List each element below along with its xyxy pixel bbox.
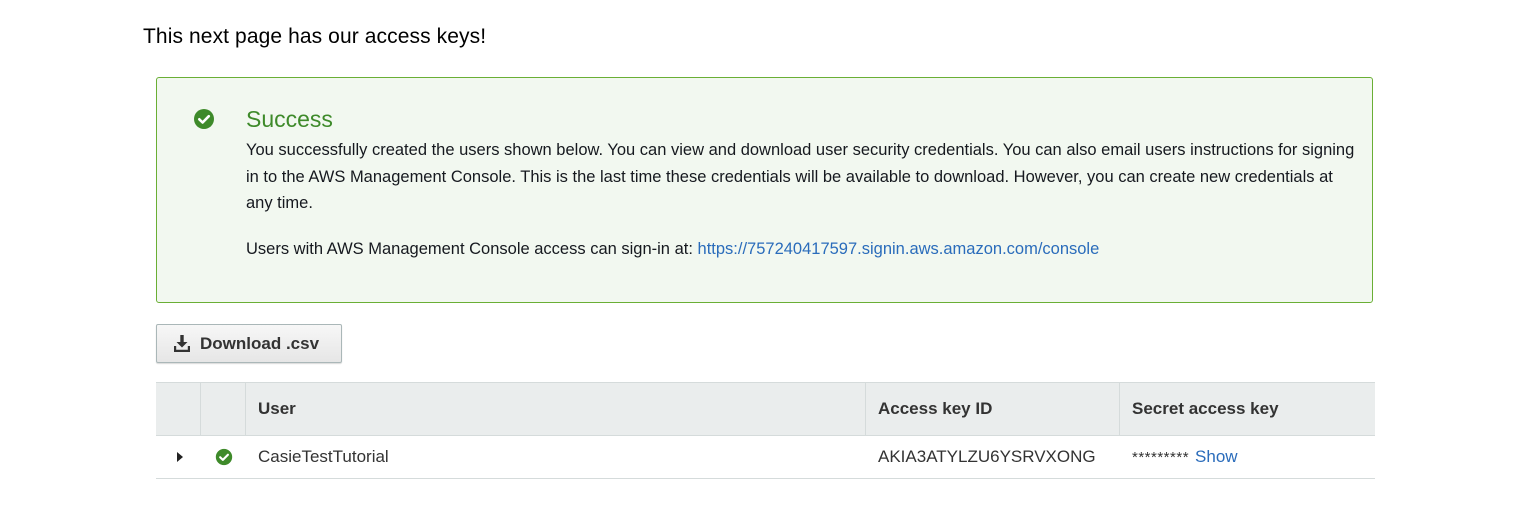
- alert-title: Success: [246, 106, 333, 132]
- intro-text: This next page has our access keys!: [143, 25, 487, 48]
- header-user[interactable]: User: [246, 383, 866, 435]
- check-circle-icon: [194, 109, 214, 129]
- download-csv-button[interactable]: Download .csv: [156, 324, 342, 363]
- check-circle-icon: [215, 448, 232, 466]
- row-access-key-id: AKIA3ATYLZU6YSRVXONG: [878, 447, 1096, 466]
- table-header: User Access key ID Secret access key: [156, 382, 1375, 436]
- signin-prefix: Users with AWS Management Console access…: [246, 239, 698, 258]
- row-status-cell: [201, 436, 246, 478]
- row-expand-cell[interactable]: [156, 436, 201, 478]
- signin-link[interactable]: https://757240417597.signin.aws.amazon.c…: [698, 240, 1100, 258]
- download-icon: [174, 334, 190, 352]
- success-alert: Success You successfully created the use…: [156, 77, 1373, 303]
- credentials-table: User Access key ID Secret access key Cas…: [156, 382, 1375, 479]
- download-button-label: Download .csv: [200, 333, 320, 353]
- header-access-key-id[interactable]: Access key ID: [866, 383, 1120, 435]
- secret-masked: *********: [1132, 448, 1190, 466]
- header-status-col: [201, 383, 246, 435]
- table-row: CasieTestTutorial AKIA3ATYLZU6YSRVXONG *…: [156, 436, 1375, 479]
- alert-body: Success You successfully created the use…: [246, 105, 1356, 262]
- signin-info: Users with AWS Management Console access…: [246, 236, 1356, 262]
- alert-message: You successfully created the users shown…: [246, 141, 1355, 212]
- row-user: CasieTestTutorial: [258, 447, 389, 466]
- page: This next page has our access keys! Succ…: [0, 0, 1538, 507]
- show-secret-link[interactable]: Show: [1195, 447, 1238, 467]
- caret-right-icon[interactable]: [177, 452, 183, 462]
- row-secret-access-key: ********* Show: [1120, 436, 1375, 478]
- header-secret-access-key[interactable]: Secret access key: [1120, 383, 1375, 435]
- header-expand-col: [156, 383, 201, 435]
